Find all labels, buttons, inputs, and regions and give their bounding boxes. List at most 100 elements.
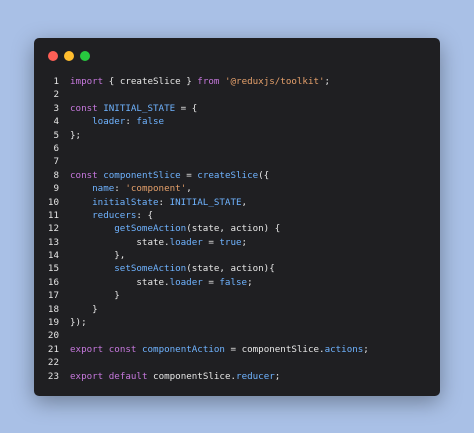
line-number: 16 <box>47 276 59 288</box>
code-token: ){ <box>263 263 275 275</box>
code-token: = <box>180 169 198 181</box>
line-number: 5 <box>53 129 59 141</box>
code-token: loader <box>169 276 203 288</box>
code-line: 7 <box>34 155 440 168</box>
code-text: state.loader = false; <box>70 276 253 289</box>
code-token: false <box>136 116 165 128</box>
code-text: export const componentAction = component… <box>70 343 369 356</box>
code-token: } <box>70 303 98 315</box>
code-token: : <box>125 116 137 128</box>
code-token: ; <box>274 370 281 382</box>
code-token: INITIAL_STATE <box>169 196 242 208</box>
code-token: componentSlice <box>153 370 231 382</box>
code-token: true <box>219 236 242 248</box>
code-token: ({ <box>258 169 270 181</box>
code-line: 10 initialState: INITIAL_STATE, <box>34 196 440 209</box>
line-number: 1 <box>53 76 59 87</box>
minimize-dot-icon[interactable] <box>64 51 74 61</box>
code-token: componentAction <box>141 343 225 355</box>
code-token: } <box>70 290 120 302</box>
code-token: state. <box>70 236 170 248</box>
code-token: state. <box>70 276 170 288</box>
code-block: 1 import { createSlice } from '@reduxjs/t… <box>34 75 440 383</box>
close-dot-icon[interactable] <box>48 51 58 61</box>
code-text: } <box>70 303 98 316</box>
code-token: loader <box>92 116 126 128</box>
code-token: actions <box>324 343 364 355</box>
code-line: 8 const componentSlice = createSlice({ <box>34 169 440 182</box>
code-token: const <box>70 169 98 181</box>
code-token: componentSlice <box>103 169 181 181</box>
code-token: = <box>202 236 220 248</box>
code-token: (state, <box>186 263 231 275</box>
code-token: from <box>197 76 220 87</box>
line-number: 21 <box>47 343 59 355</box>
code-line: 23 export default componentSlice.reducer; <box>34 370 440 383</box>
code-text: }, <box>70 249 125 262</box>
code-token: componentSlice <box>241 343 320 355</box>
code-text: import { createSlice } from '@reduxjs/to… <box>70 75 330 88</box>
code-text: state.loader = true; <box>70 236 247 249</box>
code-token: = { <box>175 102 198 114</box>
code-token: '@reduxjs/toolkit' <box>224 76 325 87</box>
code-token: = <box>202 276 220 288</box>
code-token: }; <box>70 129 82 141</box>
line-number: 7 <box>53 156 59 168</box>
line-number: 6 <box>53 142 59 154</box>
code-line: 3 const INITIAL_STATE = { <box>34 102 440 115</box>
code-text: loader: false <box>70 115 164 128</box>
code-token: default <box>108 370 148 382</box>
code-line: 20 <box>34 329 440 342</box>
code-line: 1 import { createSlice } from '@reduxjs/t… <box>34 75 440 88</box>
code-token: 'component' <box>125 183 187 195</box>
code-line: 19}); <box>34 316 440 329</box>
code-token: getSomeAction <box>114 223 187 235</box>
code-token: INITIAL_STATE <box>103 102 176 114</box>
code-line: 14 }, <box>34 249 440 262</box>
code-line: 22 <box>34 356 440 369</box>
code-token: ; <box>324 76 331 87</box>
code-line: 11 reducers: { <box>34 209 440 222</box>
code-token: loader <box>169 236 203 248</box>
code-line: 16 state.loader = false; <box>34 276 440 289</box>
line-number: 9 <box>53 183 59 195</box>
line-number: 22 <box>47 357 59 369</box>
code-text: const INITIAL_STATE = { <box>70 102 197 115</box>
code-token: reducers <box>92 209 137 221</box>
code-text: } <box>70 289 120 302</box>
code-token: : <box>158 196 170 208</box>
line-number: 23 <box>47 370 59 382</box>
code-token: = <box>224 343 242 355</box>
code-line: 2 <box>34 88 440 101</box>
code-token: name <box>92 183 115 195</box>
code-token: import <box>70 76 104 87</box>
code-line: 4 loader: false <box>34 115 440 128</box>
line-number: 13 <box>47 236 59 248</box>
code-token: (state, <box>186 223 231 235</box>
code-token: action <box>230 223 264 235</box>
code-line: 5}; <box>34 129 440 142</box>
window-controls <box>48 51 90 61</box>
code-line: 9 name: 'component', <box>34 182 440 195</box>
code-line: 12 getSomeAction(state, action) { <box>34 222 440 235</box>
code-line: 15 setSomeAction(state, action){ <box>34 262 440 275</box>
code-token: ; <box>241 236 248 248</box>
line-number: 14 <box>47 250 59 262</box>
code-text: initialState: INITIAL_STATE, <box>70 196 247 209</box>
code-token: const <box>108 343 137 355</box>
code-token: ; <box>247 276 253 288</box>
code-token: setSomeAction <box>114 263 187 275</box>
code-token: createSlice <box>197 169 259 181</box>
code-text: }); <box>70 316 87 329</box>
line-number: 18 <box>47 303 59 315</box>
code-token: false <box>219 276 248 288</box>
code-token: } <box>180 76 198 87</box>
code-token: export <box>70 370 104 382</box>
line-number: 10 <box>47 196 59 208</box>
code-token: createSlice <box>119 76 181 87</box>
maximize-dot-icon[interactable] <box>80 51 90 61</box>
code-text: const componentSlice = createSlice({ <box>70 169 269 182</box>
